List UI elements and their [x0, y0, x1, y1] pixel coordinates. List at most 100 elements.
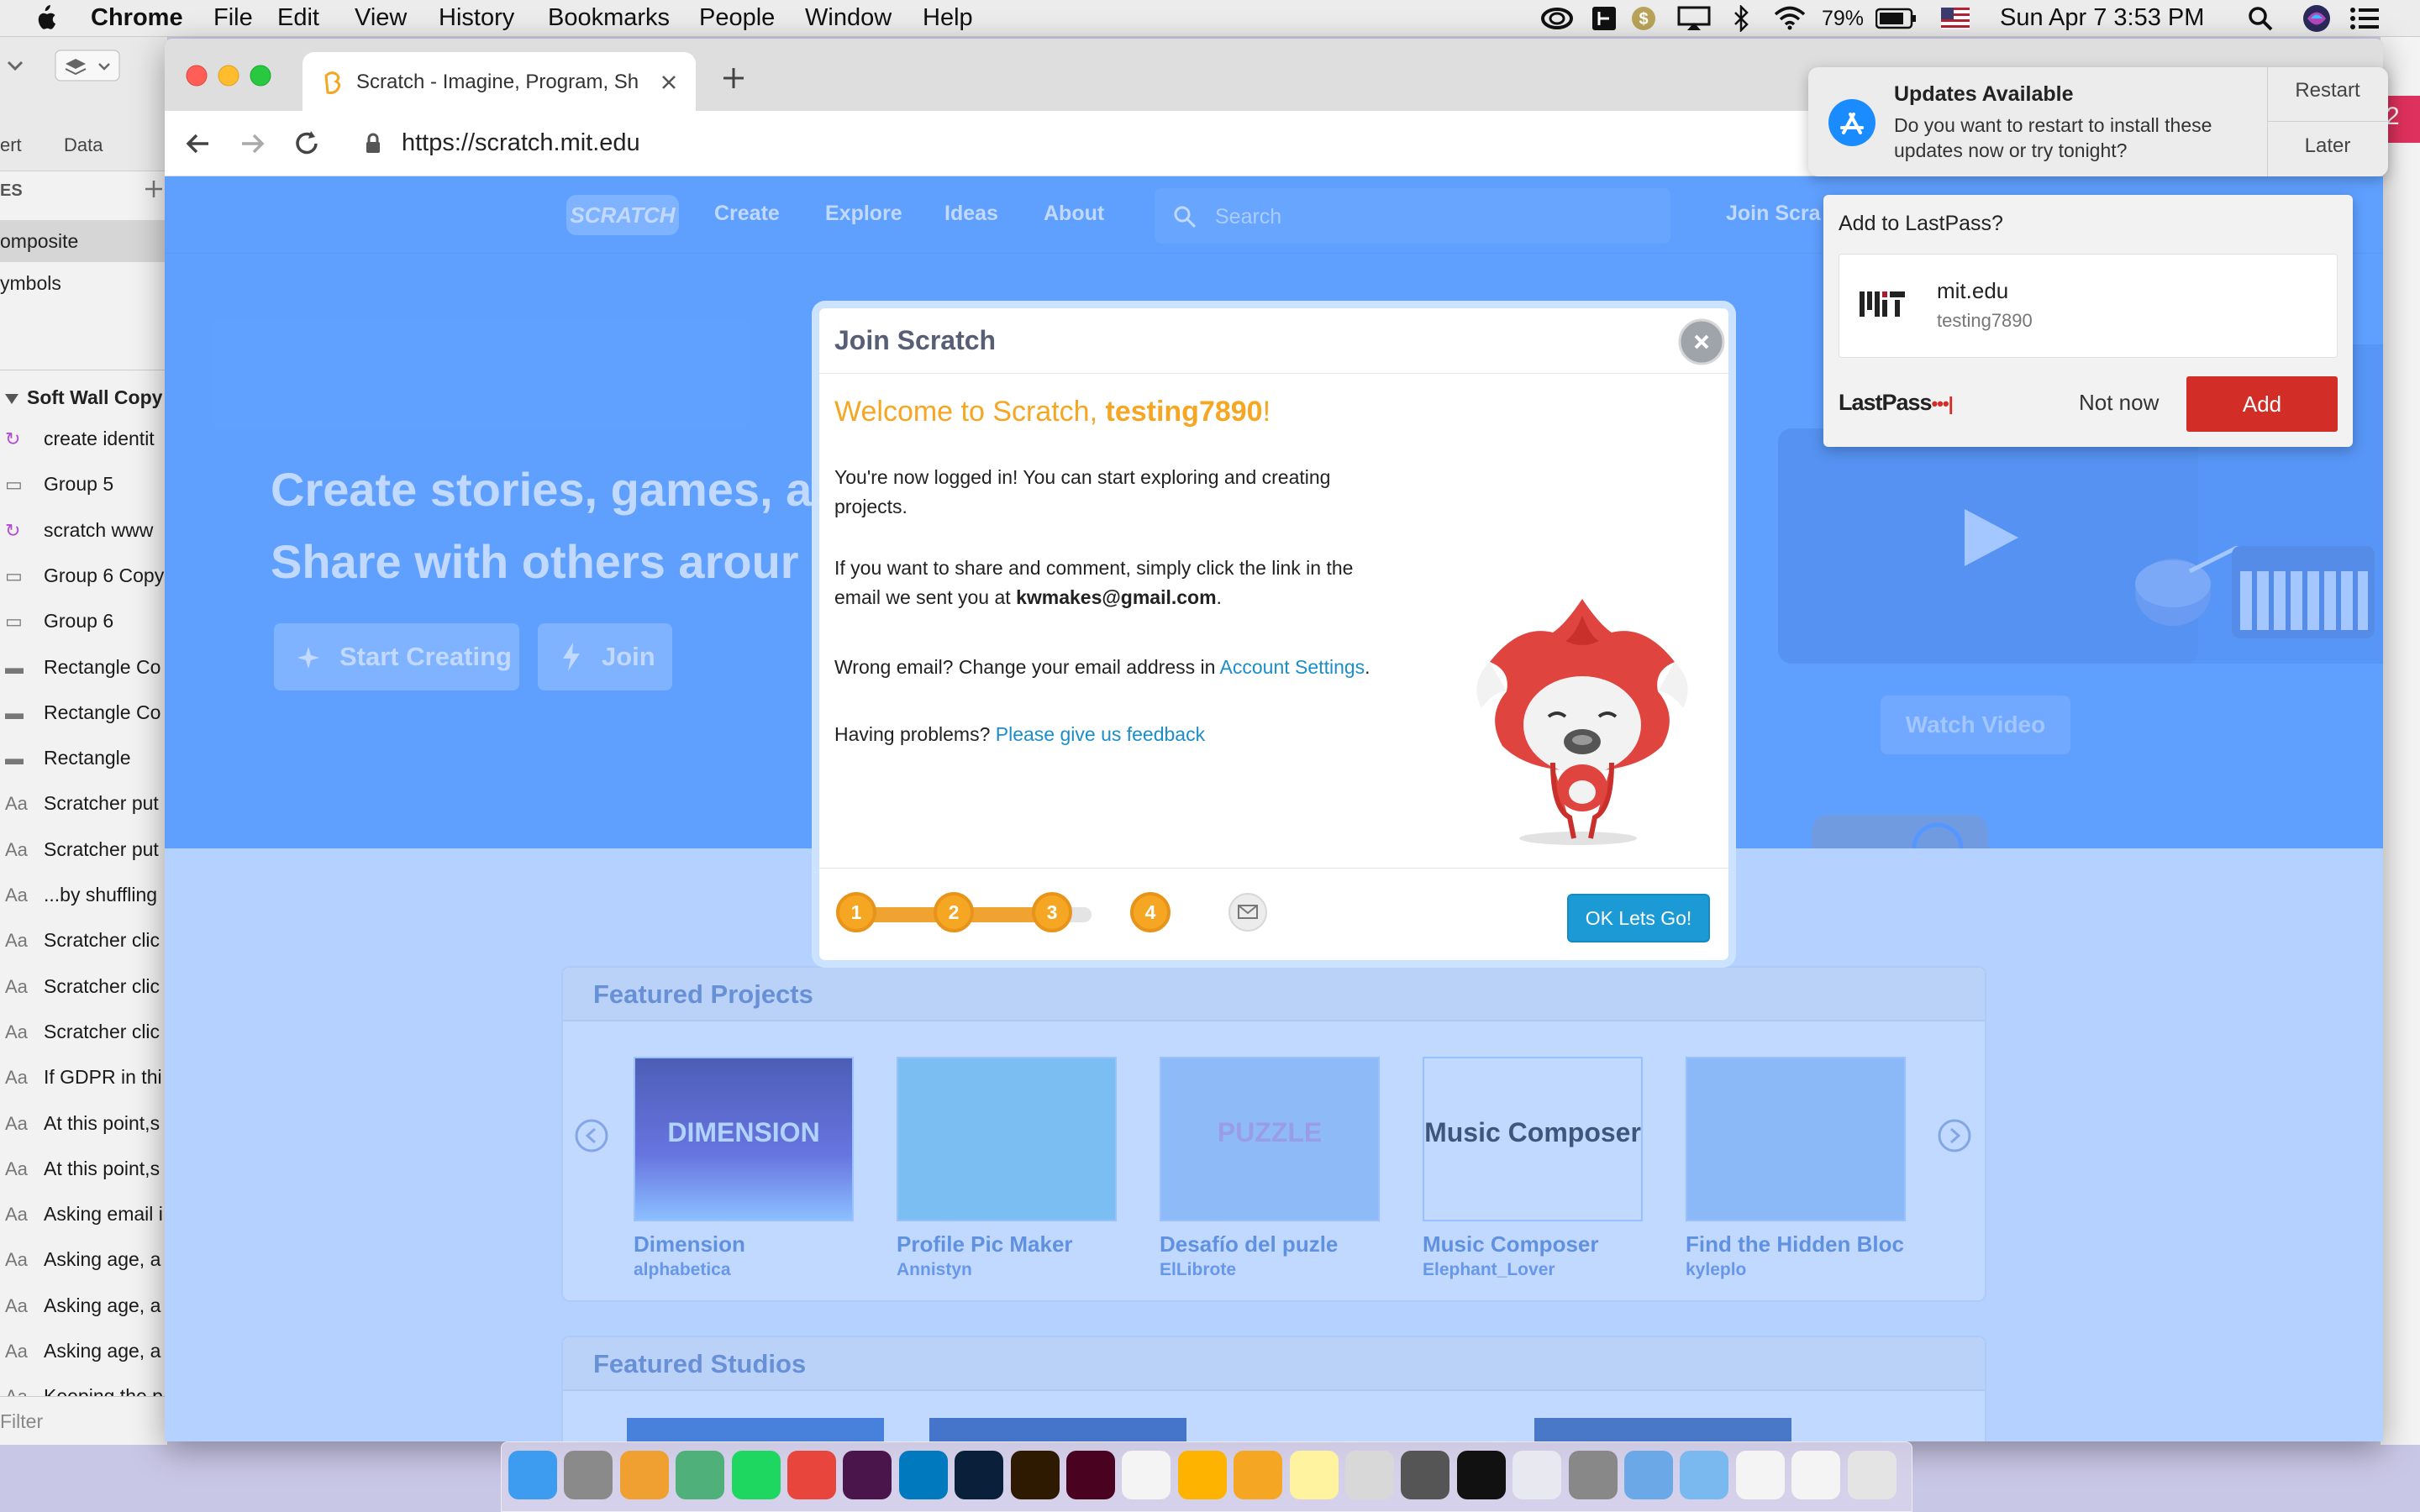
layer-row[interactable]: Aa Asking age, a [0, 1285, 167, 1327]
dictionary-icon[interactable] [1591, 6, 1617, 31]
layer-row[interactable]: Aa Asking age, a [0, 1331, 167, 1373]
ok-lets-go-button[interactable]: OK Lets Go! [1567, 894, 1710, 942]
finder-icon[interactable] [508, 1451, 557, 1499]
filter-input[interactable]: Filter [0, 1410, 43, 1433]
layer-row[interactable]: Aa Scratcher clic [0, 966, 167, 1008]
layer-row[interactable]: Aa Scratcher put [0, 829, 167, 871]
folder-icon[interactable] [1680, 1451, 1729, 1499]
calculator-icon[interactable] [1401, 1451, 1450, 1499]
layer-row[interactable]: ▬ Rectangle Co [0, 647, 167, 689]
atom-icon[interactable] [676, 1451, 725, 1499]
layer-label: Rectangle Co [44, 655, 161, 678]
document-icon[interactable] [1735, 1451, 1785, 1499]
not-now-button[interactable]: Not now [2079, 390, 2159, 416]
feedback-link[interactable]: Please give us feedback [996, 723, 1205, 745]
layer-row[interactable]: Aa Asking email i [0, 1194, 167, 1236]
bluetooth-icon[interactable] [1731, 5, 1751, 32]
siri-icon[interactable] [2302, 4, 2331, 33]
lock-icon[interactable] [365, 133, 381, 155]
forward-icon[interactable] [239, 129, 267, 158]
trello-icon[interactable] [898, 1451, 948, 1499]
terminal-icon[interactable] [1456, 1451, 1506, 1499]
layer-row[interactable]: Aa At this point,s [0, 1148, 167, 1190]
menu-view[interactable]: View [355, 4, 407, 32]
maximize-window-icon[interactable] [249, 64, 272, 87]
coin-icon[interactable]: $ [1630, 5, 1657, 32]
menu-file[interactable]: File [213, 4, 253, 32]
new-tab-icon[interactable] [721, 66, 746, 91]
wifi-icon[interactable] [1773, 5, 1807, 30]
menu-help[interactable]: Help [923, 4, 973, 32]
layer-row[interactable]: Aa Asking age, a [0, 1239, 167, 1281]
layer-row[interactable]: ↻ create identit [0, 418, 167, 460]
screenshot-icon[interactable] [1791, 1451, 1841, 1499]
close-window-icon[interactable] [185, 64, 208, 87]
apple-icon[interactable] [32, 5, 57, 32]
sketch-icon[interactable] [1177, 1451, 1227, 1499]
tab-close-icon[interactable] [659, 72, 679, 92]
illustrator-icon[interactable] [1010, 1451, 1060, 1499]
disclosure-triangle-icon[interactable] [3, 391, 20, 407]
layer-row[interactable]: Aa If GDPR in thi [0, 1057, 167, 1099]
indesign-icon[interactable] [1066, 1451, 1115, 1499]
spotify-icon[interactable] [731, 1451, 781, 1499]
menu-app-name[interactable]: Chrome [91, 4, 183, 32]
slack-icon[interactable] [843, 1451, 892, 1499]
menu-history[interactable]: History [439, 4, 514, 32]
page-item-symbols[interactable]: ymbols [0, 262, 167, 304]
battery-icon[interactable] [1876, 8, 1918, 29]
restart-button[interactable]: Restart [2267, 79, 2388, 102]
spotlight-search-icon[interactable] [2247, 5, 2274, 32]
layer-row[interactable]: ↻ scratch www [0, 510, 167, 552]
welcome-heading: Welcome to Scratch, testing7890! [834, 396, 1270, 428]
photoshop-icon[interactable] [955, 1451, 1004, 1499]
menu-window[interactable]: Window [805, 4, 892, 32]
account-settings-link[interactable]: Account Settings [1220, 656, 1365, 678]
screen-recorder-icon[interactable] [1345, 1451, 1394, 1499]
layer-row[interactable]: ▭ Group 6 Copy [0, 555, 167, 597]
add-button[interactable]: Add [2186, 376, 2338, 432]
flag-icon[interactable] [1941, 8, 1970, 29]
layer-row[interactable]: ▭ Group 6 [0, 601, 167, 643]
system-preferences-icon[interactable] [564, 1451, 613, 1499]
archive-icon[interactable] [1568, 1451, 1618, 1499]
clock[interactable]: Sun Apr 7 3:53 PM [2000, 4, 2204, 32]
artboard-row[interactable]: Soft Wall Copy [0, 376, 167, 420]
reload-icon[interactable] [292, 129, 321, 158]
layer-row[interactable]: Aa Scratcher clic [0, 920, 167, 962]
creative-cloud-icon[interactable] [1541, 7, 1573, 30]
layer-row[interactable]: Aa Scratcher put [0, 783, 167, 825]
page-item-composite[interactable]: omposite [0, 220, 167, 262]
help-icon[interactable] [1512, 1451, 1562, 1499]
menu-edit[interactable]: Edit [277, 4, 319, 32]
menu-bookmarks[interactable]: Bookmarks [548, 4, 670, 32]
layer-row[interactable]: ▬ Rectangle Co [0, 692, 167, 734]
sublime-icon[interactable] [619, 1451, 669, 1499]
add-page-icon[interactable] [143, 178, 165, 200]
downloads-icon[interactable] [1624, 1451, 1673, 1499]
trash-icon[interactable] [1847, 1451, 1897, 1499]
notification-center-icon[interactable] [2349, 7, 2380, 30]
later-button[interactable]: Later [2267, 134, 2388, 158]
chrome-icon[interactable] [787, 1451, 836, 1499]
notes-icon[interactable] [1289, 1451, 1339, 1499]
minimize-window-icon[interactable] [217, 64, 240, 87]
menu-people[interactable]: People [699, 4, 775, 32]
airplay-icon[interactable] [1677, 6, 1711, 31]
back-icon[interactable] [183, 129, 212, 158]
acrobat-icon[interactable] [1122, 1451, 1171, 1499]
layer-row[interactable]: Aa At this point,s [0, 1103, 167, 1145]
modal-footer: 1 2 3 4 OK Lets Go! [819, 868, 1728, 960]
dropdown-icon[interactable] [0, 49, 34, 82]
layer-row[interactable]: ▭ Group 5 [0, 464, 167, 506]
tab-scratch[interactable]: Scratch - Imagine, Program, Sh [302, 52, 696, 111]
layer-label: Scratcher clic [44, 929, 160, 952]
layer-row[interactable]: Aa Scratcher clic [0, 1011, 167, 1053]
address-bar[interactable]: https://scratch.mit.edu [402, 129, 640, 157]
layer-row[interactable]: Aa ...by shuffling [0, 874, 167, 916]
data-icon[interactable] [54, 49, 121, 82]
saved-site-card[interactable]: mit.edu testing7890 [1839, 254, 2338, 358]
layer-row[interactable]: ▬ Rectangle [0, 738, 167, 780]
modal-close-icon[interactable] [1678, 318, 1725, 365]
scratch-icon[interactable] [1234, 1451, 1283, 1499]
